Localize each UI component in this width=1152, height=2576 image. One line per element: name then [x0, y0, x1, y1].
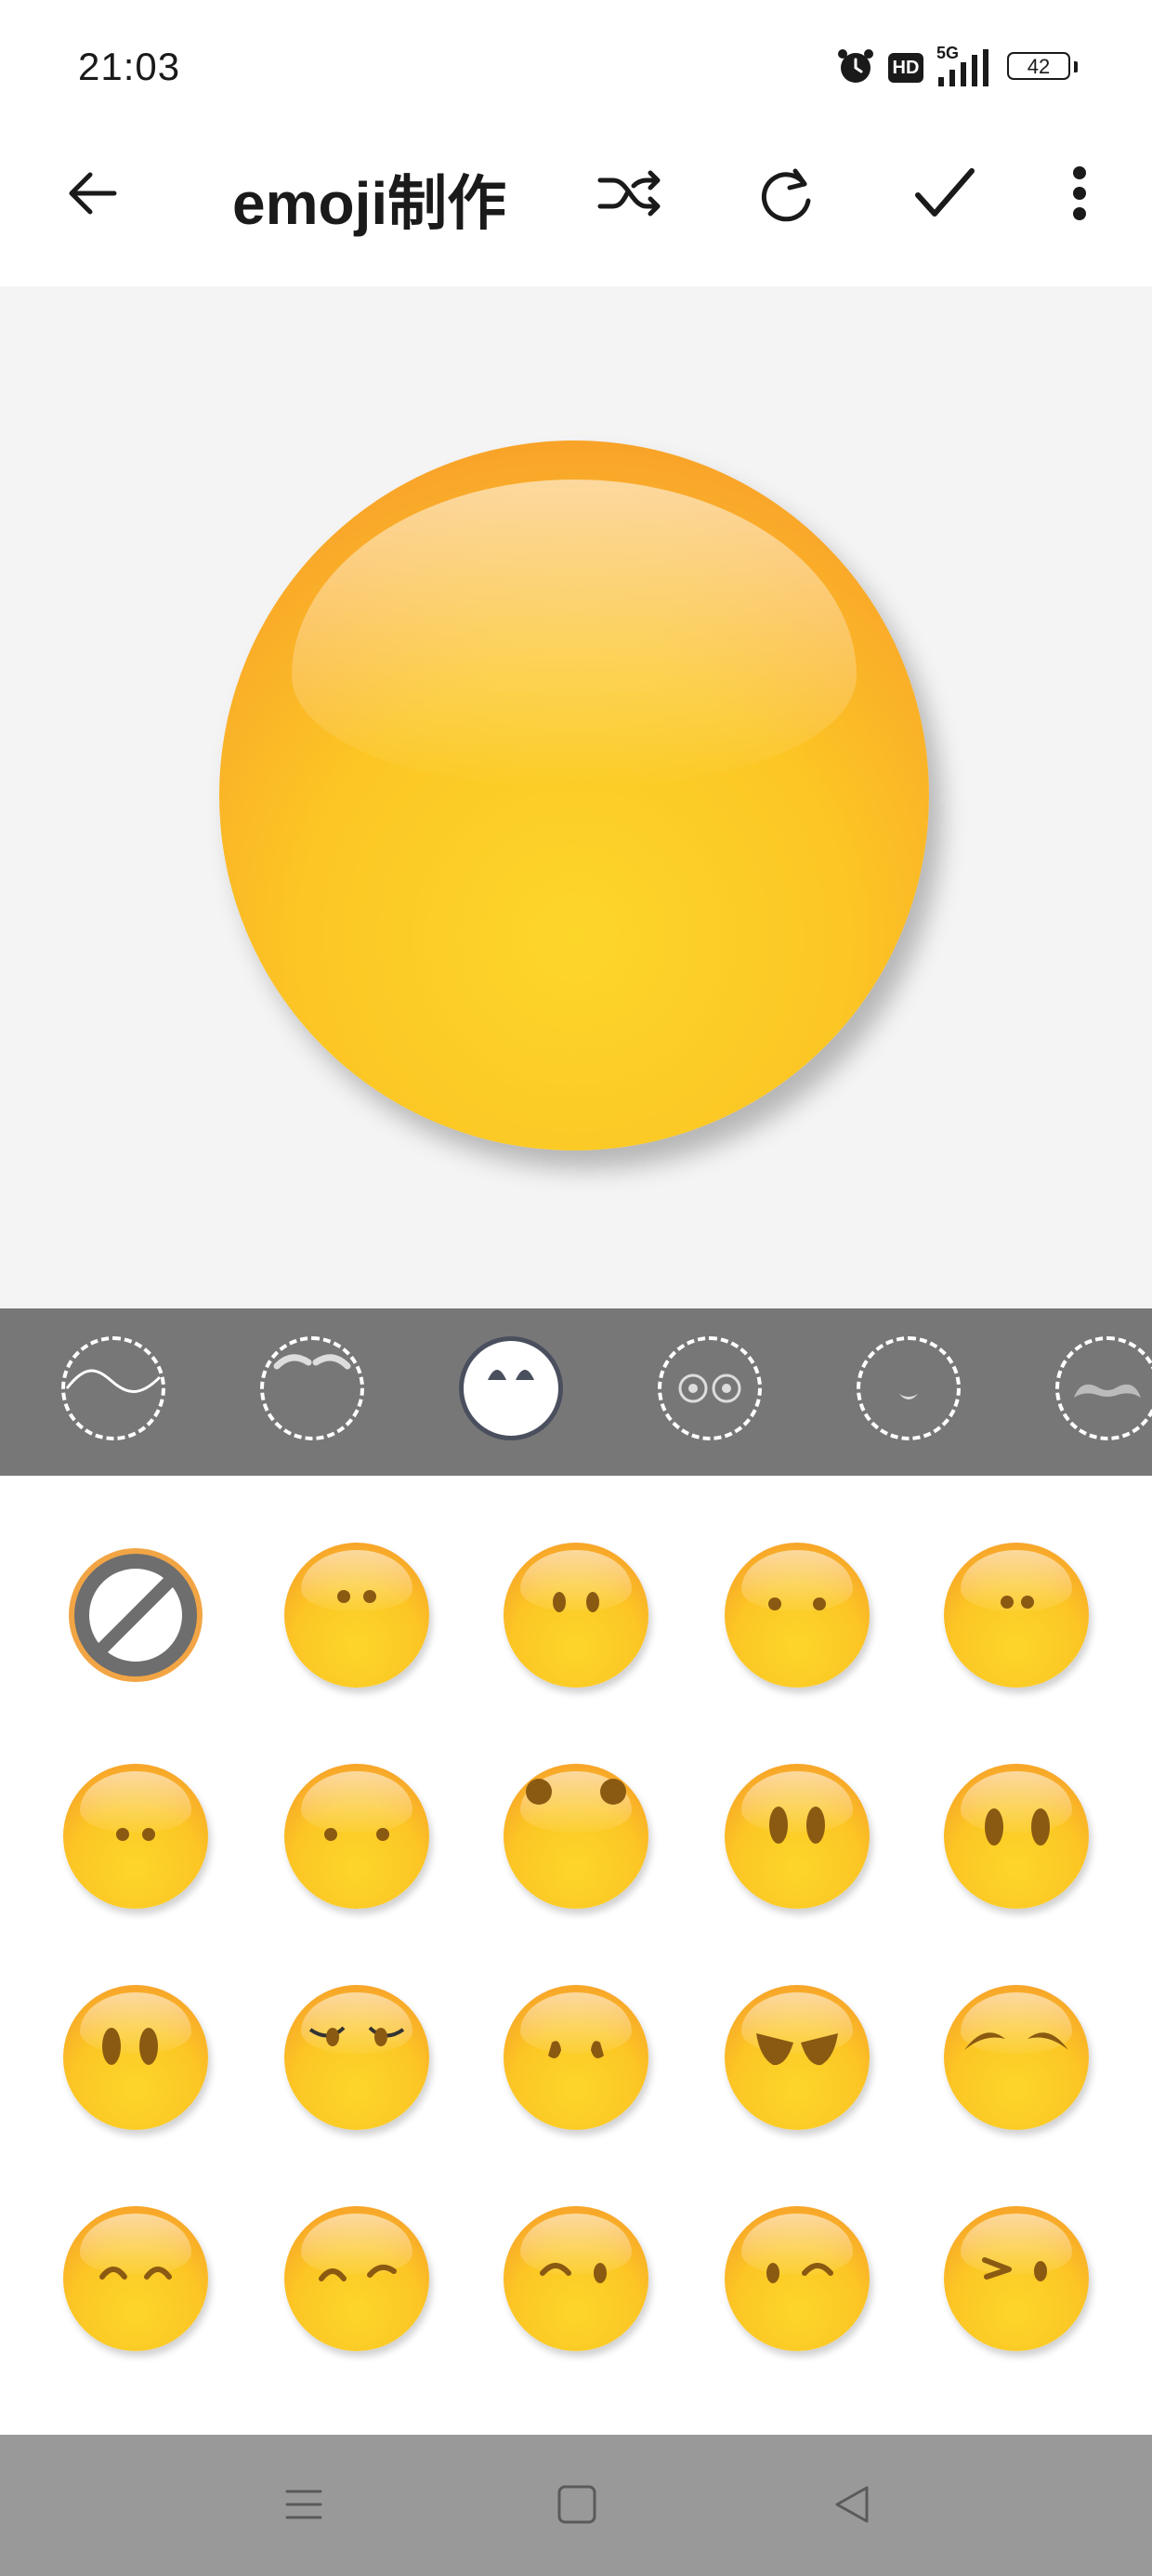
- glasses-icon: [661, 1373, 758, 1440]
- face-outline-icon: [65, 1369, 162, 1440]
- emoji-canvas: [0, 286, 1152, 1308]
- eye-option-tall-ovals-left[interactable]: [63, 1985, 208, 2130]
- category-mouth[interactable]: [857, 1336, 961, 1440]
- category-glasses[interactable]: [658, 1336, 762, 1440]
- eyebrows-icon: [264, 1354, 360, 1440]
- hd-icon: HD: [888, 53, 923, 83]
- category-face-shape[interactable]: [61, 1336, 165, 1440]
- eye-option-sleepy-arcs[interactable]: [63, 2206, 208, 2351]
- eye-option-tall-ovals-wide[interactable]: [944, 1764, 1089, 1909]
- mustache-icon: [1059, 1384, 1152, 1440]
- eyes-graphic: [1001, 1596, 1034, 1609]
- battery-icon: 42: [1007, 52, 1078, 84]
- eyes-graphic: [99, 2267, 172, 2280]
- eyes-graphic: [319, 2264, 397, 2281]
- home-icon: [556, 2483, 598, 2530]
- eyes-graphic: [985, 1808, 1050, 1846]
- confirm-button[interactable]: [905, 158, 985, 232]
- category-bar: [0, 1308, 1152, 1476]
- 5g-signal-icon: 5G: [936, 44, 994, 88]
- back-icon: [830, 2482, 874, 2531]
- eye-option-angry-drops[interactable]: [504, 1985, 648, 2130]
- eye-option-small-dots-low[interactable]: [63, 1764, 208, 1909]
- eye-option-small-dots-high[interactable]: [944, 1543, 1089, 1688]
- eyes-graphic: [756, 2033, 838, 2066]
- face-highlight: [292, 480, 857, 786]
- check-icon: [912, 165, 977, 226]
- shuffle-button[interactable]: [591, 158, 669, 232]
- eye-option-lashes[interactable]: [284, 1985, 429, 2130]
- eye-option-angry-brows[interactable]: [725, 1985, 870, 2130]
- eyes-graphic: [308, 2026, 405, 2046]
- category-eyebrows[interactable]: [260, 1336, 364, 1440]
- none-icon: [63, 1548, 208, 1691]
- eye-option-wink-right[interactable]: [725, 2206, 870, 2351]
- hd-label: HD: [892, 58, 920, 78]
- eyes-icon: [464, 1370, 558, 1439]
- eyes-graphic: [526, 1779, 626, 1805]
- eyes-graphic: [964, 2032, 1068, 2050]
- eye-options-grid: [0, 1476, 1152, 2435]
- nav-back-button[interactable]: [818, 2476, 886, 2537]
- back-button[interactable]: [52, 158, 132, 232]
- more-button[interactable]: [1052, 158, 1107, 232]
- eye-option-wide-dots[interactable]: [725, 1543, 870, 1688]
- eyes-graphic: [116, 1828, 155, 1841]
- more-vertical-icon: [1070, 164, 1089, 228]
- category-eyes[interactable]: [459, 1336, 563, 1440]
- eye-option-tall-ovals[interactable]: [725, 1764, 870, 1909]
- eyes-graphic: [337, 1590, 376, 1603]
- eye-option-ovals[interactable]: [504, 1543, 648, 1688]
- battery-level: 42: [1027, 55, 1051, 78]
- alarm-icon: [836, 46, 875, 90]
- eyes-graphic: [102, 2028, 158, 2065]
- emoji-preview: [219, 440, 929, 1150]
- refresh-icon: [758, 164, 818, 228]
- menu-icon: [281, 2482, 326, 2531]
- eye-option-wink-left[interactable]: [504, 2206, 648, 2351]
- eyes-graphic: [553, 1592, 599, 1612]
- eye-option-small-dots[interactable]: [284, 1543, 429, 1688]
- eyes-graphic: [766, 2263, 833, 2283]
- status-bar: 21:03 HD 5G 42: [0, 0, 1152, 139]
- system-nav-bar: [0, 2435, 1152, 2576]
- status-icons: HD 5G 42: [836, 44, 1078, 91]
- eyes-graphic: [324, 1828, 389, 1841]
- eyes-graphic: [540, 2263, 607, 2283]
- back-arrow-icon: [64, 165, 120, 226]
- eyes-graphic: [548, 2041, 604, 2058]
- refresh-button[interactable]: [749, 158, 827, 232]
- eye-option-squint-wink[interactable]: [944, 2206, 1089, 2351]
- status-time: 21:03: [78, 45, 181, 88]
- eye-option-happy-arcs[interactable]: [944, 1985, 1089, 2130]
- eye-option-none[interactable]: [63, 1543, 208, 1688]
- eyes-graphic: [768, 1597, 826, 1610]
- category-mustache[interactable]: [1055, 1336, 1152, 1440]
- shuffle-icon: [596, 165, 663, 226]
- eye-option-big-dots-top[interactable]: [504, 1764, 648, 1909]
- mouth-icon: [860, 1394, 957, 1440]
- eye-option-wide-dots-low[interactable]: [284, 1764, 429, 1909]
- nav-home-button[interactable]: [543, 2476, 611, 2537]
- nav-menu-button[interactable]: [269, 2476, 338, 2537]
- eye-option-sleepy-arcs-raised[interactable]: [284, 2206, 429, 2351]
- page-title: emoji制作: [232, 170, 507, 237]
- eyes-graphic: [769, 1807, 825, 1844]
- eyes-graphic: [982, 2257, 1047, 2281]
